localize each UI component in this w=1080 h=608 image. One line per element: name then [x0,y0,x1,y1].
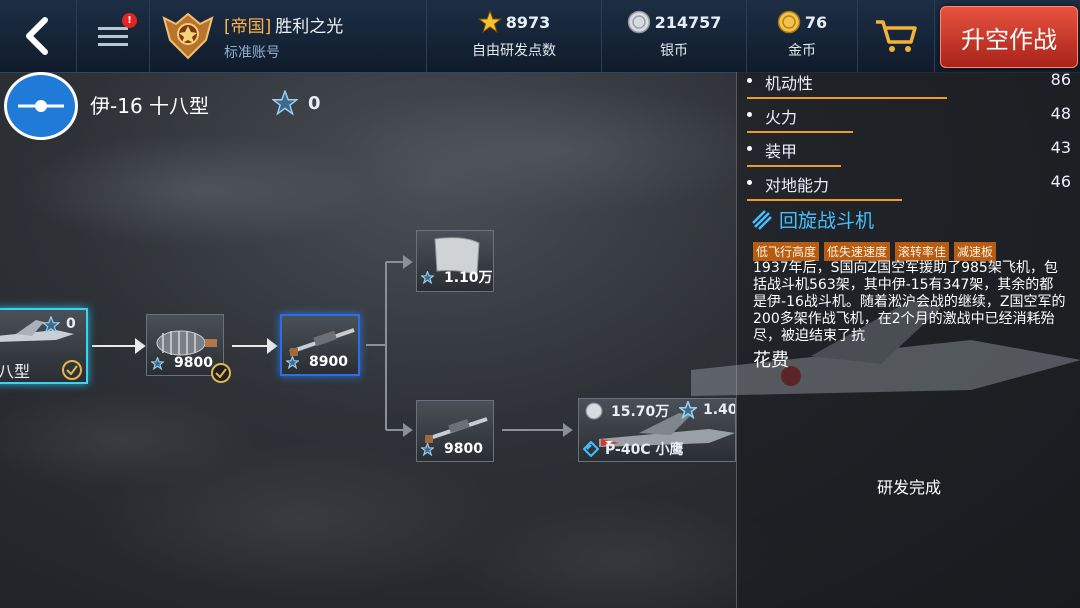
stat-bar [747,97,947,99]
stat-firepower: 火力 48 [747,100,1071,133]
star-outline-icon [286,355,299,369]
engine-cost-value: 9800 [174,355,213,371]
stats-list: 机动性 86 火力 48 装甲 43 对地能力 46 [737,72,1080,202]
gold-coin-icon [777,10,801,34]
current-plane-label: 八型 [0,362,31,381]
stat-ground-attack: 对地能力 46 [747,168,1071,201]
stat-bar [747,199,902,201]
gun2-module-node[interactable]: 9800 [416,400,494,462]
plane-description: 1937年后，S国向Z国空军援助了985架飞机，包括战斗机563架，其中伊-15… [753,260,1066,344]
gun-module-node[interactable]: 8900 [280,314,360,376]
stat-name: 装甲 [765,142,798,161]
researched-check-icon [211,363,231,383]
trait-tags: 低飞行高度 低失速速度 滚转率佳 减速板 [753,242,997,261]
armor-module-node[interactable]: 1.10万 [416,230,494,292]
research-status: 研发完成 [876,478,941,497]
researched-check-icon [62,360,82,380]
next-plane-silver-value: 15.70万 [611,404,670,420]
trait-tag: 减速板 [954,242,997,261]
shop-cart-button[interactable] [858,0,935,72]
launch-battle-button[interactable]: 升空作战 [940,6,1078,68]
armor-cost: 1.10万 [421,267,493,287]
stat-name: 机动性 [765,74,814,93]
cart-icon [876,20,917,52]
star-outline-icon [151,356,164,370]
cost-heading: 花费 [753,350,789,371]
bullet-icon [747,146,752,151]
star-outline-icon [42,316,60,334]
gun2-cost: 9800 [421,441,483,457]
gold-label: 金币 [788,43,816,59]
trait-tag: 低飞行高度 [753,242,820,261]
stat-name: 火力 [765,108,798,127]
plane-type: 回旋战斗机 [751,206,874,233]
next-plane-silver-cost: 15.70万 [585,401,669,421]
bullet-icon [747,112,752,117]
engine-module-node[interactable]: 9800 [146,314,231,383]
next-plane-name: P-40C 小鹰 [605,442,684,458]
fighter-type-icon [583,441,599,457]
star-outline-icon [421,442,434,456]
stat-value: 46 [1050,172,1071,191]
stat-bar [747,131,853,133]
trait-tag: 低失速速度 [824,242,891,261]
next-plane-title: P-40C 小鹰 [583,439,683,459]
current-plane-points: 0 [66,316,76,332]
gold-display[interactable]: 76 金币 [747,0,858,72]
stat-value: 48 [1050,104,1071,123]
gun1-cost: 8900 [286,354,348,370]
armor-cost-value: 1.10万 [444,270,493,286]
stat-name: 对地能力 [765,176,830,195]
stat-bar [747,165,841,167]
engine-cost: 9800 [151,355,213,371]
gun2-cost-value: 9800 [444,441,483,457]
plane-info-panel: 机动性 86 火力 48 装甲 43 对地能力 46 回旋战斗机 低飞行高度 低… [691,72,1080,608]
bullet-icon [747,78,752,83]
tree-connectors [92,255,573,437]
trait-tag: 滚转率佳 [895,242,950,261]
plane-type-label: 回旋战斗机 [779,210,875,232]
stat-armor: 装甲 43 [747,134,1071,167]
stat-maneuverability: 机动性 86 [747,72,1071,99]
star-outline-icon [421,270,434,284]
bullet-icon [747,180,752,185]
gun1-cost-value: 8900 [309,354,348,370]
fighter-type-icon [752,209,772,230]
stat-value: 43 [1050,138,1071,157]
silver-coin-icon [585,402,603,420]
stat-value: 86 [1050,72,1071,89]
gold-value: 76 [804,12,828,32]
current-plane-node[interactable]: 0 八型 [0,308,88,384]
